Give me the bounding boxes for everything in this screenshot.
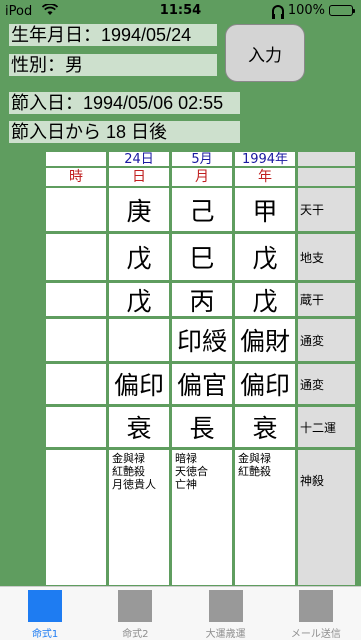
- cell-month: 長: [172, 407, 232, 447]
- pillar-label-hour: 時: [46, 168, 106, 186]
- cell-year: 金與禄 紅艶殺: [235, 450, 295, 585]
- cell-hour: [46, 407, 106, 447]
- table-row: 戊 巳 戊 地支: [46, 234, 355, 280]
- row-label: 十二運: [298, 407, 355, 447]
- tab-taiun-saiun[interactable]: 大運歳運: [181, 587, 271, 640]
- cell-year: 甲: [235, 188, 295, 231]
- cell-year: 衰: [235, 407, 295, 447]
- cell-day: 衰: [109, 407, 169, 447]
- row-label: 蔵干: [298, 283, 355, 316]
- cell-month: 印綬: [172, 319, 232, 361]
- days-after-field: 節入日から 18 日後: [9, 121, 240, 143]
- cell-year: 偏財: [235, 319, 295, 361]
- header-day: 24日: [109, 152, 169, 167]
- tab-meishiki1[interactable]: 命式1: [0, 587, 90, 640]
- cell-day: 偏印: [109, 364, 169, 404]
- tab-square-icon: [28, 590, 63, 622]
- tab-square-icon: [208, 590, 243, 622]
- table-row: 印綬 偏財 通変: [46, 319, 355, 361]
- cell-month: 偏官: [172, 364, 232, 404]
- cell-hour: [46, 234, 106, 280]
- row-label: 通変: [298, 364, 355, 404]
- cell-day: 庚: [109, 188, 169, 231]
- row-label: 天干: [298, 188, 355, 231]
- cell-day: 金與禄 紅艶殺 月徳貴人: [109, 450, 169, 585]
- input-button[interactable]: 入力: [225, 24, 305, 82]
- cell-hour: [46, 364, 106, 404]
- table-row: 衰 長 衰 十二運: [46, 407, 355, 447]
- setsuiri-field: 節入日：1994/05/06 02:55: [9, 92, 240, 114]
- table-row: 偏印 偏官 偏印 通変: [46, 364, 355, 404]
- cell-hour: [46, 188, 106, 231]
- tab-label: 命式2: [122, 629, 149, 640]
- status-right: 100%: [271, 3, 355, 19]
- cell-day: 戊: [109, 283, 169, 316]
- cell-day: [109, 319, 169, 361]
- tab-label: 大運歳運: [205, 629, 246, 640]
- tab-meishiki2[interactable]: 命式2: [90, 587, 180, 640]
- table-row: 戊 丙 戊 蔵干: [46, 283, 355, 316]
- pillar-label-month: 月: [172, 168, 232, 186]
- tab-bar: 命式1 命式2 大運歳運 メール送信: [0, 586, 361, 640]
- gender-field: 性別：男: [9, 54, 217, 76]
- pillar-label-year: 年: [235, 168, 295, 186]
- tab-square-icon: [118, 590, 153, 622]
- header-blank: [46, 152, 106, 166]
- row-label: 神殺: [298, 450, 355, 585]
- birthdate-field: 生年月日：1994/05/24: [9, 24, 217, 46]
- battery-percent: 100%: [287, 3, 325, 18]
- table-row: 庚 己 甲 天干: [46, 188, 355, 231]
- header-month: 5月: [172, 152, 232, 167]
- row-label: 地支: [298, 234, 355, 280]
- cell-year: 戊: [235, 234, 295, 280]
- tab-label: 命式1: [31, 629, 59, 640]
- header-year: 1994年: [235, 152, 295, 167]
- header-blank-side: [298, 152, 355, 166]
- cell-hour: [46, 283, 106, 316]
- cell-year: 戊: [235, 283, 295, 316]
- cell-month: 巳: [172, 234, 232, 280]
- pillar-label-side: [298, 168, 355, 186]
- status-bar: iPod 11:54 100%: [0, 0, 361, 22]
- tab-label: メール送信: [290, 629, 341, 640]
- cell-hour: [46, 450, 106, 585]
- cell-month: 暗禄 天徳合 亡神: [172, 450, 232, 585]
- cell-month: 己: [172, 188, 232, 231]
- tab-square-icon: [298, 590, 333, 622]
- tab-mail-send[interactable]: メール送信: [271, 587, 361, 640]
- headphones-icon: [271, 5, 284, 19]
- cell-hour: [46, 319, 106, 361]
- pillar-label-day: 日: [109, 168, 169, 186]
- cell-day: 戊: [109, 234, 169, 280]
- battery-icon: [329, 5, 355, 16]
- row-label: 通変: [298, 319, 355, 361]
- table-row: 金與禄 紅艶殺 月徳貴人 暗禄 天徳合 亡神 金與禄 紅艶殺 神殺: [46, 450, 355, 585]
- cell-month: 丙: [172, 283, 232, 316]
- cell-year: 偏印: [235, 364, 295, 404]
